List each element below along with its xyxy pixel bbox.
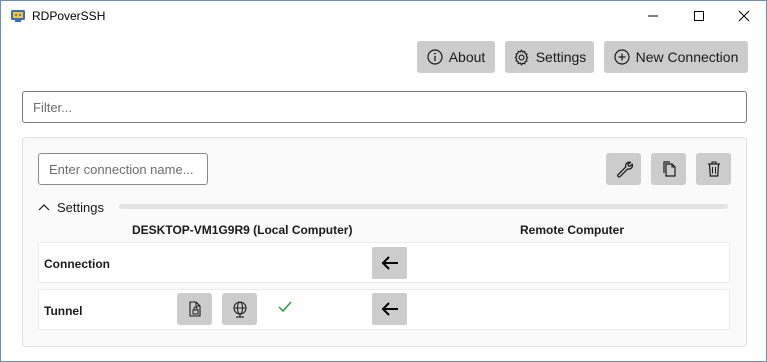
about-label: About: [448, 49, 486, 65]
file-lock-icon: [188, 301, 201, 317]
status-progress-track: [119, 204, 728, 209]
settings-expander[interactable]: Settings: [38, 198, 104, 216]
edit-connection-button[interactable]: [606, 153, 641, 185]
settings-button[interactable]: Settings: [505, 41, 594, 73]
settings-label: Settings: [535, 49, 587, 65]
close-button[interactable]: [721, 1, 767, 31]
minimize-icon: [648, 15, 658, 17]
chevron-up-icon: [38, 204, 50, 211]
maximize-button[interactable]: [676, 1, 722, 31]
window-title: RDPoverSSH: [32, 9, 106, 23]
title-bar[interactable]: RDPoverSSH: [1, 1, 766, 31]
plus-circle-icon: [614, 49, 630, 65]
new-connection-button[interactable]: New Connection: [604, 41, 748, 73]
delete-connection-button[interactable]: [696, 153, 731, 185]
local-computer-header: DESKTOP-VM1G9R9 (Local Computer): [132, 223, 353, 237]
settings-expander-label: Settings: [57, 199, 104, 215]
new-connection-label: New Connection: [635, 49, 739, 65]
minimize-button[interactable]: [630, 1, 676, 31]
about-button[interactable]: About: [417, 41, 495, 73]
trash-icon: [707, 161, 720, 177]
gear-icon: [514, 48, 529, 66]
globe-icon: [232, 301, 247, 318]
copy-connection-button[interactable]: [651, 153, 686, 185]
wrench-icon: [616, 161, 633, 178]
filter-input[interactable]: [22, 91, 747, 123]
connection-row-label: Connection: [44, 257, 110, 271]
maximize-icon: [694, 11, 704, 21]
info-icon: [427, 49, 443, 65]
copy-icon: [662, 161, 676, 177]
remote-computer-header: Remote Computer: [520, 223, 625, 237]
connection-direction-button[interactable]: [372, 247, 407, 279]
close-icon: [738, 10, 750, 22]
tunnel-direction-button[interactable]: [372, 293, 407, 325]
app-icon: [11, 10, 25, 22]
key-file-button[interactable]: [177, 293, 212, 325]
connection-name-input[interactable]: [38, 153, 208, 185]
tunnel-row-label: Tunnel: [44, 304, 83, 318]
main-window: RDPoverSSH About Settings New Connection…: [0, 0, 767, 362]
check-icon: [278, 301, 292, 313]
arrow-left-icon: [381, 256, 398, 270]
network-button[interactable]: [222, 293, 257, 325]
arrow-left-icon: [381, 302, 398, 316]
